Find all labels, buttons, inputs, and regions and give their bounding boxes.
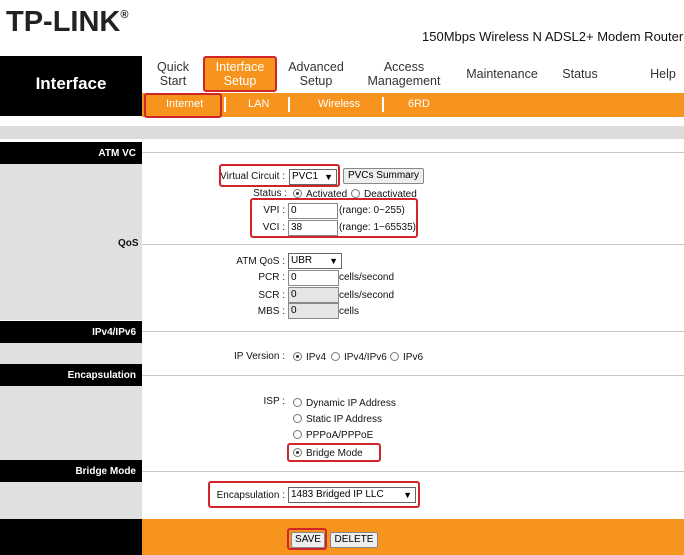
section-divider	[142, 152, 684, 153]
chevron-down-icon: ▼	[329, 256, 338, 266]
highlight-internet	[144, 93, 222, 118]
product-name: 150Mbps Wireless N ADSL2+ Modem Router	[422, 29, 684, 44]
section-atm-vc-label: ATM VC	[98, 148, 136, 159]
submenu-wireless[interactable]: Wireless	[318, 98, 360, 110]
footer-left	[0, 519, 142, 555]
section-divider	[142, 331, 684, 332]
left-column	[0, 386, 142, 460]
submenu-divider	[382, 97, 384, 112]
section-bridge-mode-label: Bridge Mode	[75, 466, 136, 477]
section-ipv4ipv6-label: IPv4/IPv6	[92, 327, 136, 338]
isp-label: ISP :	[263, 396, 286, 407]
status-activated-radio[interactable]	[293, 189, 302, 198]
section-divider	[142, 471, 684, 472]
scr-input[interactable]: 0	[288, 287, 339, 303]
ipv6-label: IPv6	[403, 352, 424, 363]
pcr-input[interactable]: 0	[288, 270, 339, 286]
registered-mark: ®	[120, 9, 129, 22]
highlight-encapsulation	[208, 481, 420, 508]
footer-action-bar	[142, 519, 684, 555]
mbs-unit: cells	[339, 306, 360, 317]
scr-label: SCR :	[258, 290, 285, 301]
left-column	[0, 482, 142, 519]
isp-dynamic-label: Dynamic IP Address	[306, 398, 396, 409]
ip-version-label: IP Version :	[234, 351, 285, 362]
ipv4ipv6-radio[interactable]	[331, 352, 340, 361]
isp-dynamic-radio[interactable]	[293, 398, 302, 407]
submenu-divider	[288, 97, 290, 112]
menu-help[interactable]: Help	[646, 67, 680, 81]
highlight-save	[287, 528, 327, 550]
scr-unit: cells/second	[339, 290, 395, 301]
menu-advanced-setup[interactable]: Advanced Setup	[284, 60, 348, 88]
mbs-input[interactable]: 0	[288, 303, 339, 319]
isp-static-label: Static IP Address	[306, 414, 382, 425]
isp-pppoa-label: PPPoA/PPPoE	[306, 430, 374, 441]
section-qos-label: QoS	[118, 238, 139, 249]
ipv4-label: IPv4	[306, 352, 327, 363]
menu-access-management[interactable]: Access Management	[364, 60, 444, 88]
pcr-unit: cells/second	[339, 272, 395, 283]
ipv4-radio[interactable]	[293, 352, 302, 361]
menu-quick-start[interactable]: Quick Start	[152, 60, 194, 88]
spacer-strip	[0, 126, 684, 139]
isp-static-radio[interactable]	[293, 414, 302, 423]
isp-pppoa-radio[interactable]	[293, 430, 302, 439]
pvcs-summary-button[interactable]: PVCs Summary	[343, 168, 424, 184]
highlight-virtual-circuit	[219, 164, 340, 187]
submenu-lan[interactable]: LAN	[248, 98, 269, 110]
atm-qos-label: ATM QoS :	[236, 256, 285, 267]
sub-menu: Internet LAN Wireless 6RD	[142, 93, 684, 117]
mbs-label: MBS :	[257, 306, 285, 317]
status-deactivated-radio[interactable]	[351, 189, 360, 198]
section-encapsulation-label: Encapsulation	[67, 370, 136, 381]
atm-qos-select[interactable]: UBR ▼	[288, 253, 342, 269]
submenu-6rd[interactable]: 6RD	[408, 98, 430, 110]
delete-button[interactable]: DELETE	[330, 532, 378, 548]
ipv6-radio[interactable]	[390, 352, 399, 361]
page-title: Interface	[35, 74, 107, 93]
left-column	[0, 343, 142, 364]
tp-link-logo: TP-LINK®	[6, 6, 129, 38]
section-divider	[142, 375, 684, 376]
submenu-divider	[224, 97, 226, 112]
highlight-bridge-mode	[287, 443, 381, 462]
pcr-label: PCR :	[258, 272, 285, 283]
menu-maintenance[interactable]: Maintenance	[464, 67, 540, 81]
menu-status[interactable]: Status	[560, 67, 600, 81]
section-divider	[142, 244, 684, 245]
highlight-vpi-vci	[250, 198, 418, 238]
highlight-interface-setup	[203, 56, 277, 92]
ipv4ipv6-label: IPv4/IPv6	[344, 352, 387, 363]
